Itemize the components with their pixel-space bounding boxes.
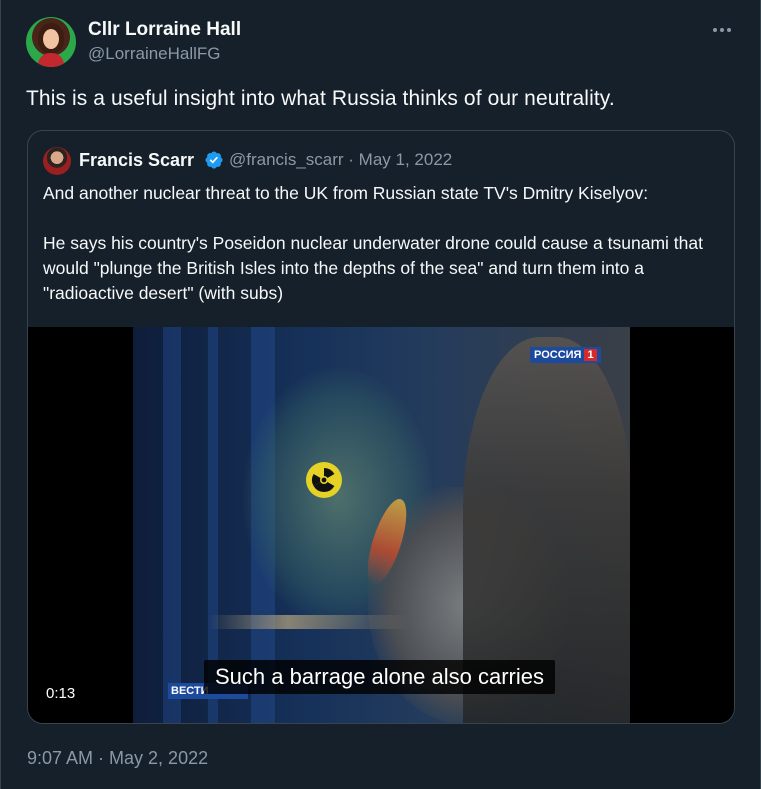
author-handle[interactable]: @LorraineHallFG	[88, 44, 221, 64]
radiation-icon	[306, 462, 342, 498]
more-options-icon[interactable]	[710, 20, 734, 40]
tweet-text: This is a useful insight into what Russi…	[26, 87, 615, 110]
quoted-author-name: Francis Scarr	[79, 150, 195, 170]
quoted-paragraph-1: And another nuclear threat to the UK fro…	[43, 183, 649, 203]
quoted-author-handle-date: @francis_scarr · May 1, 2022	[229, 150, 453, 169]
quoted-paragraph-2: He says his country's Poseidon nuclear u…	[43, 233, 703, 303]
quoted-tweet-text: And another nuclear threat to the UK fro…	[43, 181, 723, 306]
video-duration: 0:13	[40, 683, 82, 704]
quoted-author-avatar	[43, 147, 71, 175]
author-avatar[interactable]	[26, 17, 76, 67]
channel-logo-number: 1	[584, 349, 597, 361]
video-subtitle: Such a barrage alone also carries	[204, 660, 555, 694]
author-display-name[interactable]: Cllr Lorraine Hall	[88, 19, 241, 41]
verified-badge-icon	[205, 151, 223, 169]
channel-logo-text: РОССИЯ	[534, 349, 582, 361]
video-player[interactable]: РОССИЯ 1 ВЕСТИ Such a barrage alone also…	[28, 327, 734, 723]
tweet-timestamp[interactable]: 9:07 AM · May 2, 2022	[27, 748, 208, 769]
channel-logo: РОССИЯ 1	[530, 347, 601, 363]
tweet-container: Cllr Lorraine Hall @LorraineHallFG This …	[0, 0, 761, 789]
quoted-tweet-card[interactable]: Francis Scarr @francis_scarr · May 1, 20…	[27, 130, 735, 724]
